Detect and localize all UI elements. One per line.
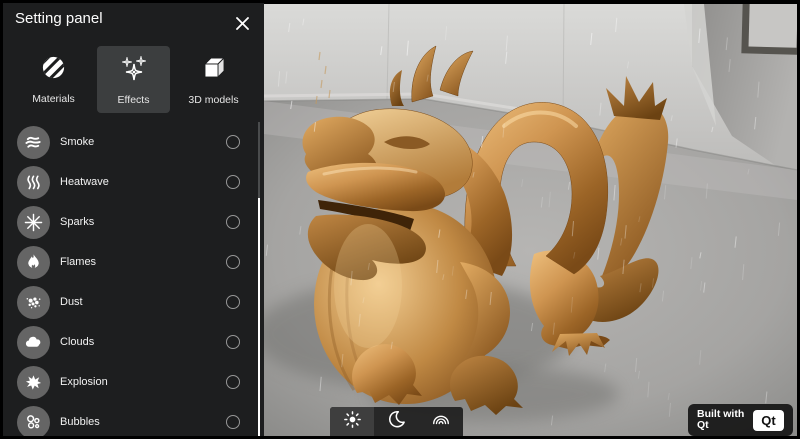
setting-panel: Setting panel xyxy=(3,3,264,436)
qt-logo: Qt xyxy=(753,410,784,431)
badge-text: Built with Qt xyxy=(697,409,744,431)
effect-label: Heatwave xyxy=(60,176,226,188)
clouds-icon xyxy=(17,326,50,359)
effect-row[interactable]: Clouds xyxy=(3,322,256,362)
effect-radio[interactable] xyxy=(226,335,240,349)
striped-sphere-icon xyxy=(40,54,67,86)
effect-label: Clouds xyxy=(60,336,226,348)
viewport-3d[interactable]: Built with Qt Qt xyxy=(264,4,797,436)
scene xyxy=(264,4,797,436)
cube-icon xyxy=(200,54,228,87)
mode-night-button[interactable] xyxy=(374,407,418,436)
smoke-icon xyxy=(17,126,50,159)
effect-label: Smoke xyxy=(60,136,226,148)
tab-3d-models-label: 3D models xyxy=(188,94,238,106)
mode-rain-button[interactable] xyxy=(419,407,463,436)
effect-row[interactable]: Bubbles xyxy=(3,402,256,436)
effect-radio[interactable] xyxy=(226,295,240,309)
effect-row[interactable]: Flames xyxy=(3,242,256,282)
tab-bar: Materials xyxy=(17,46,250,113)
built-with-qt-badge[interactable]: Built with Qt Qt xyxy=(688,404,793,436)
heatwave-icon xyxy=(17,166,50,199)
sparkles-icon xyxy=(120,54,148,87)
effect-radio[interactable] xyxy=(226,255,240,269)
explosion-icon xyxy=(17,366,50,399)
effect-radio[interactable] xyxy=(226,135,240,149)
tab-effects-label: Effects xyxy=(118,94,150,106)
effect-radio[interactable] xyxy=(226,415,240,429)
effect-label: Explosion xyxy=(60,376,226,388)
close-button[interactable] xyxy=(233,17,251,35)
effect-row[interactable]: Dust xyxy=(3,282,256,322)
tab-3d-models[interactable]: 3D models xyxy=(177,46,250,113)
close-icon xyxy=(236,17,249,35)
effects-list: Smoke Heatwave Sparks xyxy=(3,122,256,436)
effect-label: Dust xyxy=(60,296,226,308)
mode-daylight-button[interactable] xyxy=(330,407,374,436)
tab-materials-label: Materials xyxy=(32,93,75,105)
effect-row[interactable]: Heatwave xyxy=(3,162,256,202)
sun-icon xyxy=(343,410,362,434)
dust-icon xyxy=(17,286,50,319)
effect-label: Sparks xyxy=(60,216,226,228)
effect-row[interactable]: Smoke xyxy=(3,122,256,162)
effect-label: Flames xyxy=(60,256,226,268)
flames-icon xyxy=(17,246,50,279)
application-window: Setting panel xyxy=(0,0,800,439)
effect-label: Bubbles xyxy=(60,416,226,428)
effect-radio[interactable] xyxy=(226,215,240,229)
effect-radio[interactable] xyxy=(226,175,240,189)
effect-radio[interactable] xyxy=(226,375,240,389)
effect-row[interactable]: Explosion xyxy=(3,362,256,402)
tab-materials[interactable]: Materials xyxy=(17,46,90,113)
rainbow-icon xyxy=(431,409,451,434)
tab-effects[interactable]: Effects xyxy=(97,46,170,113)
scene-window xyxy=(741,4,797,55)
effect-row[interactable]: Sparks xyxy=(3,202,256,242)
sparks-icon xyxy=(17,206,50,239)
bubbles-icon xyxy=(17,406,50,437)
moon-icon xyxy=(387,410,405,433)
view-mode-bar xyxy=(330,407,463,436)
panel-title: Setting panel xyxy=(15,10,105,27)
scrollbar-thumb[interactable] xyxy=(258,198,260,436)
